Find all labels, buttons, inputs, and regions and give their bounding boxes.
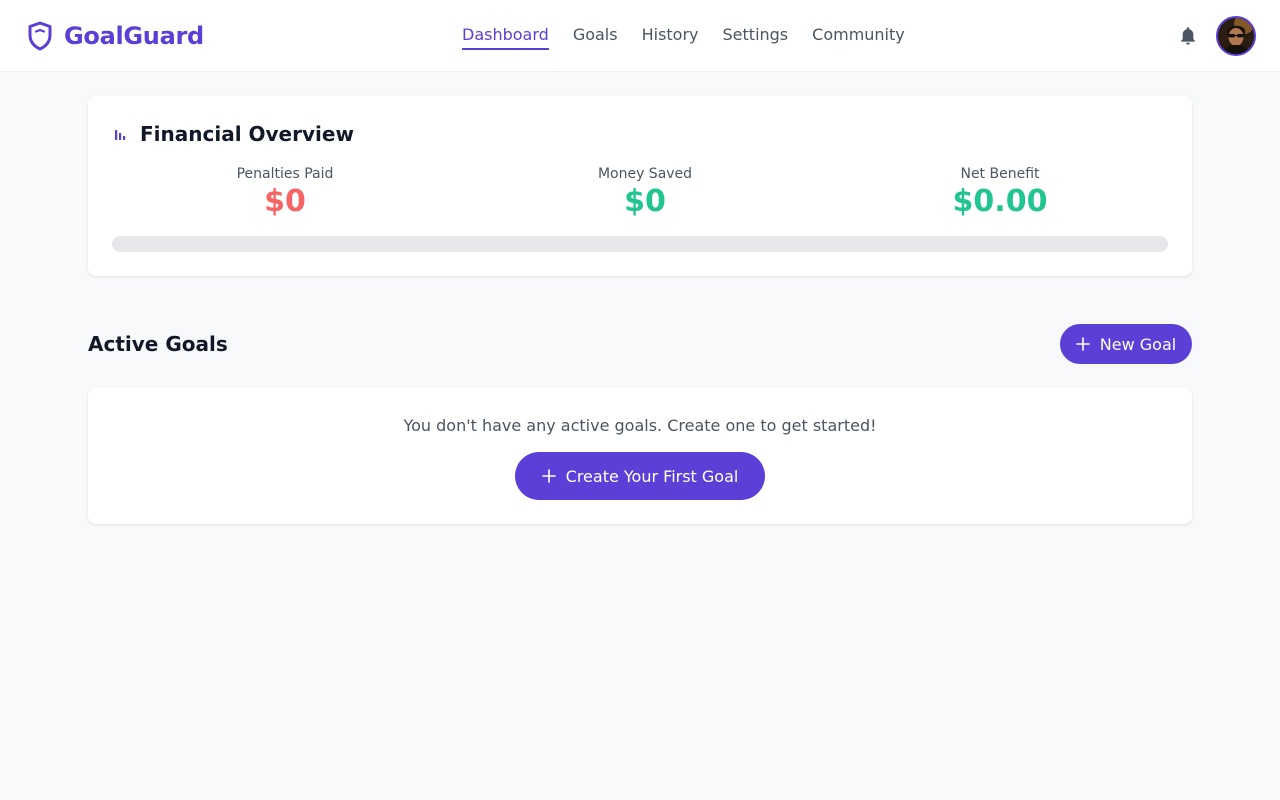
create-first-goal-label: Create Your First Goal <box>565 466 739 486</box>
plus-icon <box>541 469 556 483</box>
stat-label: Money Saved <box>597 166 693 182</box>
empty-goals-card: You don't have any active goals. Create … <box>88 388 1192 524</box>
nav-settings[interactable]: Settings <box>723 24 789 48</box>
top-navbar: GoalGuard Dashboard Goals History Settin… <box>0 0 1280 72</box>
bell-icon[interactable] <box>1177 25 1199 47</box>
stat-value: $0 <box>624 184 666 219</box>
nav-community[interactable]: Community <box>812 24 905 48</box>
stat-penalties-paid: Penalties Paid $0 <box>165 164 405 220</box>
overview-title: Financial Overview <box>140 122 354 146</box>
bar-chart-icon <box>112 126 128 142</box>
stat-value: $0 <box>264 184 306 219</box>
plus-icon <box>1075 337 1090 351</box>
shield-icon <box>27 21 53 51</box>
financial-overview-card: Financial Overview Penalties Paid $0 Mon… <box>88 96 1192 276</box>
stat-label: Net Benefit <box>960 166 1040 182</box>
create-first-goal-button[interactable]: Create Your First Goal <box>515 452 765 500</box>
stat-net-benefit: Net Benefit $0.00 <box>880 164 1120 220</box>
stat-label: Penalties Paid <box>236 166 334 182</box>
nav-dashboard[interactable]: Dashboard <box>462 24 549 50</box>
brand-logo-link[interactable]: GoalGuard <box>27 20 204 52</box>
main-nav: Dashboard Goals History Settings Communi… <box>462 24 929 50</box>
new-goal-button[interactable]: New Goal <box>1060 324 1192 364</box>
brand-name: GoalGuard <box>64 22 204 50</box>
nav-history[interactable]: History <box>642 24 699 48</box>
active-goals-title: Active Goals <box>88 332 228 356</box>
stat-value: $0.00 <box>952 184 1048 219</box>
avatar[interactable] <box>1216 16 1256 56</box>
empty-state-message: You don't have any active goals. Create … <box>403 416 877 435</box>
nav-goals[interactable]: Goals <box>573 24 618 48</box>
overview-header: Financial Overview <box>112 120 354 148</box>
new-goal-label: New Goal <box>1099 334 1177 354</box>
savings-progress-bar <box>112 236 1168 252</box>
stat-money-saved: Money Saved $0 <box>525 164 765 220</box>
